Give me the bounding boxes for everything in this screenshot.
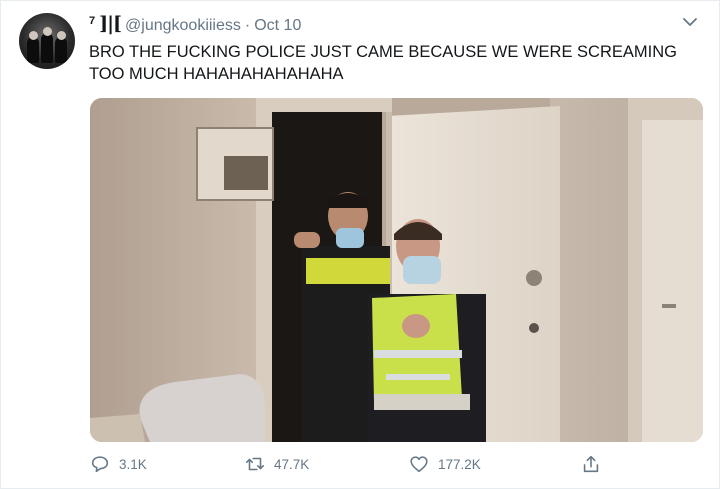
retweet-button[interactable]: 47.7K — [244, 453, 309, 475]
avatar[interactable] — [19, 13, 75, 69]
separator-dot: · — [244, 17, 251, 34]
retweet-icon — [245, 457, 265, 471]
tweet-header: 7 ]|[ @jungkookiiiess · Oct 10 — [89, 13, 301, 35]
tweet-actions: 3.1K 47.7K 177.2K — [89, 453, 709, 481]
reply-button[interactable]: 3.1K — [89, 453, 147, 475]
like-count: 177.2K — [438, 456, 481, 472]
user-handle[interactable]: @jungkookiiiess — [125, 17, 241, 35]
reply-count: 3.1K — [119, 456, 147, 472]
tweet-date[interactable]: Oct 10 — [254, 17, 301, 35]
retweet-count: 47.7K — [274, 456, 310, 472]
chevron-down-icon[interactable] — [681, 15, 699, 29]
share-button[interactable] — [580, 453, 602, 475]
tweet-card[interactable]: 7 ]|[ @jungkookiiiess · Oct 10 BRO THE F… — [0, 0, 720, 489]
heart-icon — [410, 456, 428, 473]
tweet-photo[interactable] — [90, 98, 703, 442]
share-icon — [583, 455, 599, 473]
photo-police-at-door — [90, 98, 703, 442]
reply-icon — [91, 456, 109, 473]
like-button[interactable]: 177.2K — [408, 453, 481, 475]
tweet-text: BRO THE FUCKING POLICE JUST CAME BECAUSE… — [89, 43, 677, 83]
display-name[interactable]: ]|[ — [99, 13, 122, 35]
display-name-superscript[interactable]: 7 — [89, 15, 95, 27]
